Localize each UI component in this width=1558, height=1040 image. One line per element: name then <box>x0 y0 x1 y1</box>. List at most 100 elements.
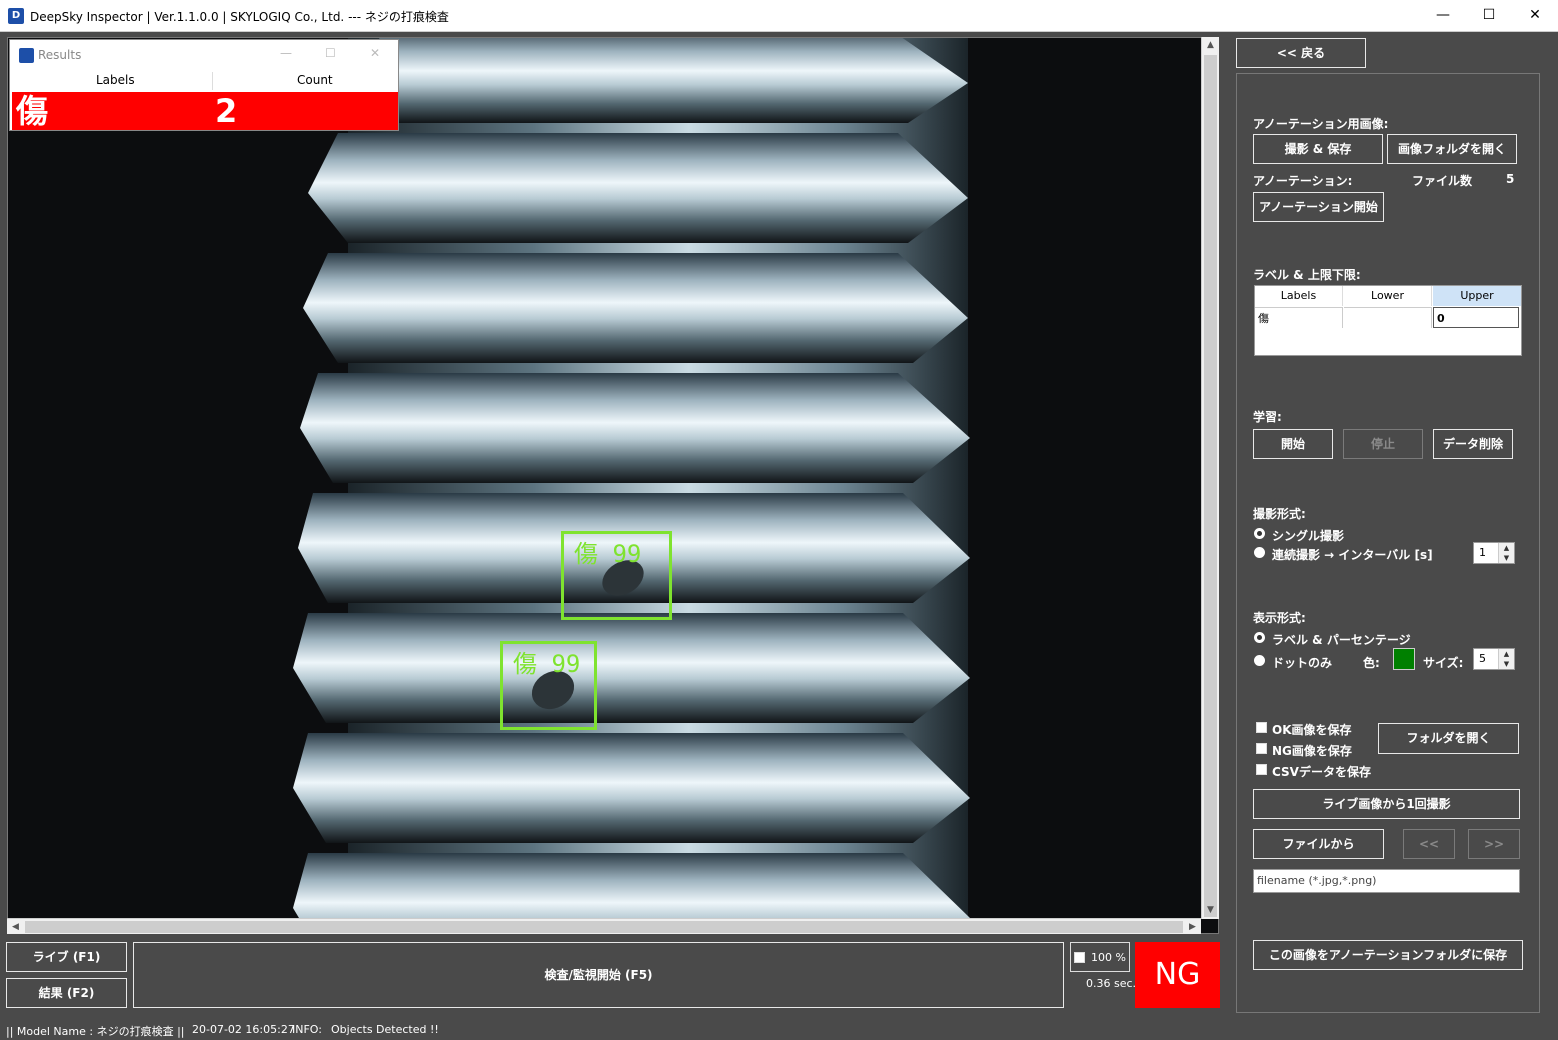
save-ok-label: OK画像を保存 <box>1272 723 1352 737</box>
status-info-text: Objects Detected !! <box>331 1023 439 1036</box>
capture-mode-label: 撮影形式: <box>1253 507 1306 521</box>
delete-data-button[interactable]: データ削除 <box>1433 429 1513 459</box>
header-divider <box>212 72 213 90</box>
dots-only-radio[interactable] <box>1254 655 1265 666</box>
grid-header-lower: Lower <box>1344 286 1432 306</box>
save-ng-checkbox[interactable] <box>1256 743 1267 754</box>
file-count-value: 5 <box>1506 172 1515 186</box>
scroll-left-icon[interactable]: ◀ <box>7 919 24 935</box>
learning-label: 学習: <box>1253 410 1282 424</box>
zoom-checkbox[interactable] <box>1074 952 1085 963</box>
results-header-labels: Labels <box>96 73 135 87</box>
result-button[interactable]: 結果 (F2) <box>6 978 127 1008</box>
minimize-button[interactable]: — <box>1420 0 1466 32</box>
results-row-count: 2 <box>215 92 238 130</box>
horizontal-scrollbar[interactable]: ◀ ▶ <box>7 918 1201 934</box>
spin-down-icon[interactable]: ▼ <box>1499 553 1514 563</box>
grid-cell-lower[interactable] <box>1344 307 1432 328</box>
continuous-capture-radio[interactable] <box>1254 547 1265 558</box>
results-app-icon <box>19 48 34 63</box>
save-ng-label: NG画像を保存 <box>1272 744 1352 758</box>
spin-up-icon[interactable]: ▲ <box>1499 649 1514 659</box>
zoom-value: 100 % <box>1091 951 1126 964</box>
label-limits-grid[interactable]: Labels Lower Upper 傷 0 <box>1254 285 1522 356</box>
results-row: 傷 2 <box>12 92 398 130</box>
scroll-up-icon[interactable]: ▲ <box>1202 37 1219 54</box>
zoom-box[interactable]: 100 % <box>1070 942 1130 972</box>
from-file-button[interactable]: ファイルから <box>1253 829 1384 859</box>
close-button[interactable]: ✕ <box>1512 0 1558 32</box>
status-model-name: || Model Name : ネジの打痕検査 || <box>6 1025 185 1038</box>
scroll-down-icon[interactable]: ▼ <box>1202 902 1219 919</box>
spin-up-icon[interactable]: ▲ <box>1499 543 1514 553</box>
window-title: DeepSky Inspector | Ver.1.1.0.0 | SKYLOG… <box>30 10 449 24</box>
results-minimize-icon[interactable]: — <box>280 46 292 60</box>
save-csv-checkbox[interactable] <box>1256 764 1267 775</box>
results-maximize-icon[interactable]: ☐ <box>325 46 336 60</box>
status-info-label: INFO: <box>292 1023 322 1036</box>
results-close-icon[interactable]: ✕ <box>370 46 380 60</box>
results-header-count: Count <box>297 73 333 87</box>
dots-only-label: ドットのみ <box>1272 656 1333 670</box>
results-window: Results — ☐ ✕ Labels Count 傷 2 <box>9 39 399 131</box>
screw-image <box>293 38 970 933</box>
judgement-indicator: NG <box>1135 942 1220 1008</box>
size-label: サイズ: <box>1423 656 1464 670</box>
save-ok-checkbox[interactable] <box>1256 722 1267 733</box>
screw-threads <box>293 38 970 933</box>
back-button[interactable]: << 戻る <box>1236 38 1366 68</box>
continuous-capture-label: 連続撮影 → インターバル [s] <box>1272 548 1433 562</box>
vertical-scroll-thumb[interactable] <box>1204 55 1217 917</box>
size-spinner[interactable]: 5 ▲ ▼ <box>1473 648 1515 670</box>
dot-color-swatch[interactable] <box>1393 648 1415 670</box>
results-row-label: 傷 <box>16 92 49 130</box>
label-percentage-label: ラベル & パーセンテージ <box>1272 633 1411 647</box>
app-logo-icon: D <box>8 8 24 24</box>
grid-header-labels: Labels <box>1255 286 1343 306</box>
title-bar: D DeepSky Inspector | Ver.1.1.0.0 | SKYL… <box>0 0 1558 32</box>
filename-input[interactable]: filename (*.jpg,*.png) <box>1253 869 1520 893</box>
next-image-button[interactable]: >> <box>1468 829 1520 859</box>
learning-stop-button[interactable]: 停止 <box>1343 429 1423 459</box>
vertical-scrollbar[interactable]: ▲ ▼ <box>1201 37 1219 919</box>
capture-save-button[interactable]: 撮影 & 保存 <box>1253 134 1383 164</box>
single-capture-radio[interactable] <box>1254 528 1265 539</box>
annotation-image-label: アノーテーション用画像: <box>1253 117 1389 131</box>
detection-label: 傷 99 <box>513 650 581 678</box>
open-image-folder-button[interactable]: 画像フォルダを開く <box>1387 134 1517 164</box>
inspection-start-button[interactable]: 検査/監視開始 (F5) <box>133 942 1064 1008</box>
detection-label: 傷 99 <box>574 540 642 568</box>
inspection-image-viewer[interactable] <box>7 37 1219 934</box>
display-mode-label: 表示形式: <box>1253 611 1306 625</box>
save-to-annotation-folder-button[interactable]: この画像をアノーテーションフォルダに保存 <box>1253 940 1523 970</box>
color-label: 色: <box>1363 656 1380 670</box>
interval-spinner[interactable]: 1 ▲ ▼ <box>1473 542 1515 564</box>
live-button[interactable]: ライブ (F1) <box>6 942 127 972</box>
maximize-button[interactable]: ☐ <box>1466 0 1512 32</box>
results-title: Results <box>38 48 82 62</box>
interval-value: 1 <box>1479 546 1486 559</box>
status-bar: || Model Name : ネジの打痕検査 || 20-07-02 16:0… <box>0 1020 1558 1040</box>
label-percentage-radio[interactable] <box>1254 632 1265 643</box>
spin-down-icon[interactable]: ▼ <box>1499 659 1514 669</box>
annotation-label: アノーテーション: <box>1253 174 1353 188</box>
detection-box: 傷 99 <box>561 531 672 620</box>
prev-image-button[interactable]: << <box>1403 829 1455 859</box>
elapsed-time: 0.36 sec. <box>1086 977 1137 990</box>
horizontal-scroll-thumb[interactable] <box>25 921 1183 933</box>
capture-once-button[interactable]: ライブ画像から1回撮影 <box>1253 789 1520 819</box>
file-count-label: ファイル数 <box>1412 174 1473 188</box>
scroll-right-icon[interactable]: ▶ <box>1184 919 1201 935</box>
detection-box: 傷 99 <box>500 641 597 730</box>
label-limits-label: ラベル & 上限下限: <box>1253 268 1361 282</box>
single-capture-label: シングル撮影 <box>1272 529 1345 543</box>
learning-start-button[interactable]: 開始 <box>1253 429 1333 459</box>
size-value: 5 <box>1479 652 1486 665</box>
open-folder-button[interactable]: フォルダを開く <box>1378 723 1519 754</box>
grid-cell-label[interactable]: 傷 <box>1255 307 1343 328</box>
grid-header-upper: Upper <box>1433 286 1521 306</box>
annotation-start-button[interactable]: アノーテーション開始 <box>1253 192 1384 222</box>
grid-cell-upper[interactable]: 0 <box>1433 307 1519 328</box>
save-csv-label: CSVデータを保存 <box>1272 765 1371 779</box>
status-datetime: 20-07-02 16:05:27 <box>192 1023 295 1036</box>
